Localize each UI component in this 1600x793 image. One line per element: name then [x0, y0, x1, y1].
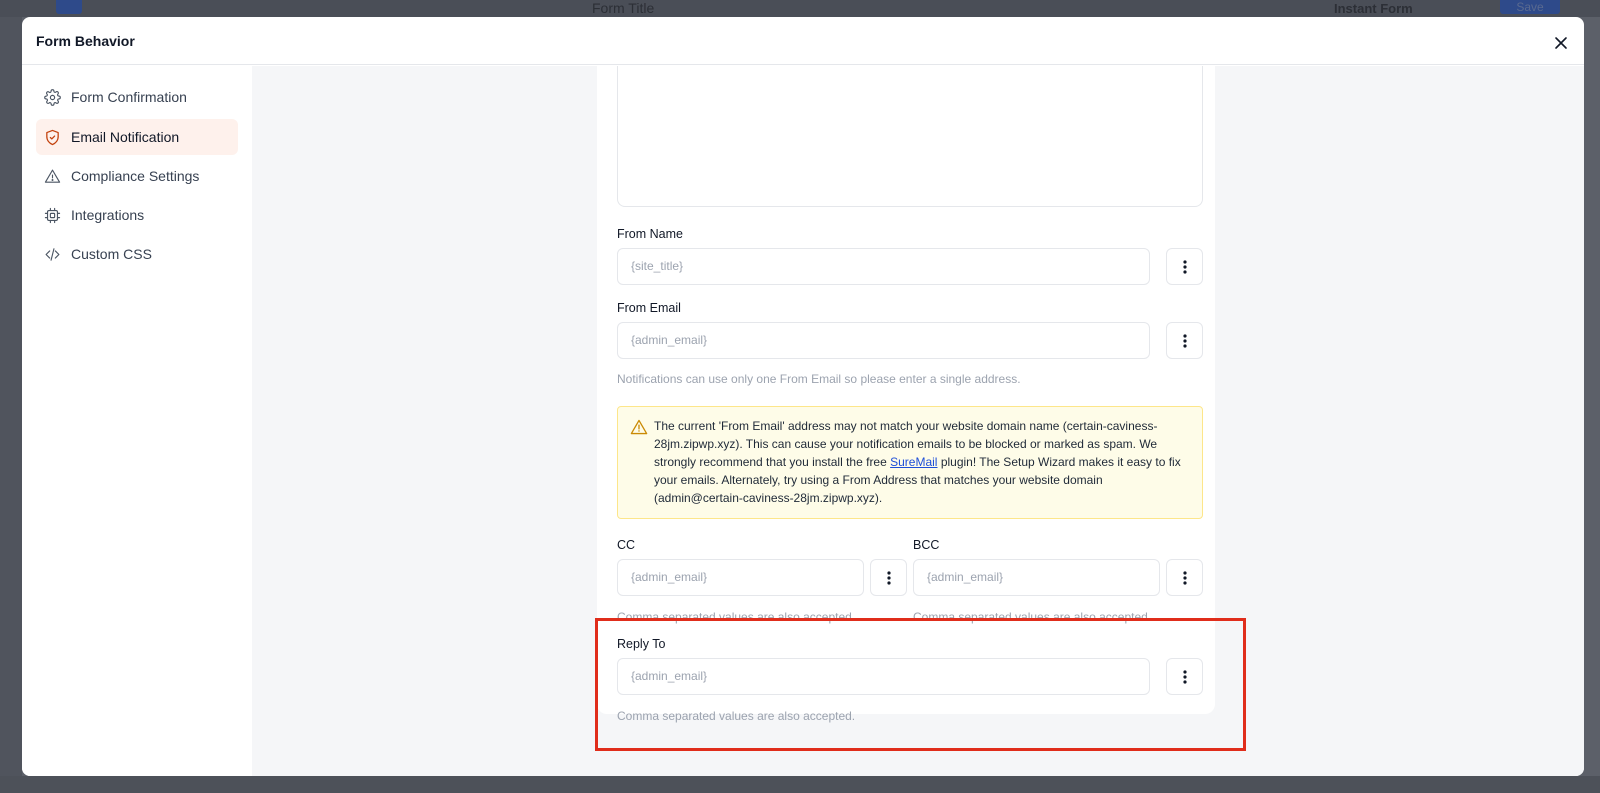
from-email-label: From Email [617, 301, 681, 315]
form-behavior-modal: Form Behavior Form Confirmation Email No… [22, 17, 1584, 776]
more-vertical-icon [886, 570, 891, 585]
from-email-warning: The current 'From Email' address may not… [617, 406, 1203, 519]
settings-content: From Name {site_title} From Email {admin… [252, 66, 1584, 776]
from-name-label: From Name [617, 227, 683, 241]
bcc-input[interactable]: {admin_email} [913, 559, 1160, 596]
suremail-link[interactable]: SureMail [890, 455, 937, 469]
reply-to-menu-button[interactable] [1166, 658, 1203, 695]
modal-title: Form Behavior [36, 32, 135, 49]
background-instant-form: Instant Form [1334, 1, 1413, 16]
sidebar-item-label: Custom CSS [71, 246, 152, 262]
reply-to-label: Reply To [617, 637, 666, 651]
sidebar-item-label: Email Notification [71, 129, 180, 145]
reply-to-input[interactable]: {admin_email} [617, 658, 1150, 695]
sidebar-item-email-notification[interactable]: Email Notification [36, 119, 238, 155]
from-name-input[interactable]: {site_title} [617, 248, 1150, 285]
code-icon [44, 246, 61, 263]
email-body-editor[interactable] [617, 66, 1203, 207]
more-vertical-icon [1182, 259, 1187, 274]
sidebar: Form Confirmation Email Notification Com… [22, 66, 252, 776]
bcc-menu-button[interactable] [1166, 559, 1203, 596]
more-vertical-icon [1182, 669, 1187, 684]
close-icon [1555, 37, 1567, 49]
from-email-help: Notifications can use only one From Emai… [617, 372, 1021, 386]
bcc-label: BCC [913, 538, 940, 552]
sidebar-item-label: Integrations [71, 207, 145, 223]
warning-icon [630, 419, 648, 435]
cc-help: Comma separated values are also accepted… [617, 610, 856, 624]
email-notification-card: From Name {site_title} From Email {admin… [597, 66, 1215, 723]
sidebar-item-integrations[interactable]: Integrations [36, 197, 238, 233]
sidebar-item-form-confirmation[interactable]: Form Confirmation [36, 79, 238, 115]
cc-input[interactable]: {admin_email} [617, 559, 864, 596]
cc-label: CC [617, 538, 636, 552]
background-bottom-bar [0, 776, 1600, 793]
shield-icon [44, 129, 61, 146]
background-form-title: Form Title [592, 0, 655, 16]
from-name-menu-button[interactable] [1166, 248, 1203, 285]
chip-icon [44, 207, 61, 224]
gear-icon [44, 88, 61, 106]
warning-icon [44, 168, 61, 185]
reply-to-help: Comma separated values are also accepted… [617, 709, 856, 723]
background-save-button: Save [1500, 0, 1560, 14]
more-vertical-icon [1182, 570, 1187, 585]
from-email-input[interactable]: {admin_email} [617, 322, 1150, 359]
sidebar-item-compliance-settings[interactable]: Compliance Settings [36, 158, 238, 194]
background-left-panel [0, 17, 22, 793]
sidebar-item-label: Compliance Settings [71, 168, 200, 184]
cc-menu-button[interactable] [870, 559, 907, 596]
sidebar-item-custom-css[interactable]: Custom CSS [36, 236, 238, 272]
modal-header: Form Behavior [22, 17, 1584, 65]
background-add-button [56, 0, 82, 14]
close-button[interactable] [1554, 36, 1568, 50]
bcc-help: Comma separated values are also accepted… [913, 610, 1152, 624]
from-email-menu-button[interactable] [1166, 322, 1203, 359]
sidebar-item-label: Form Confirmation [71, 89, 187, 105]
warning-text: The current 'From Email' address may not… [654, 417, 1194, 507]
more-vertical-icon [1182, 333, 1187, 348]
